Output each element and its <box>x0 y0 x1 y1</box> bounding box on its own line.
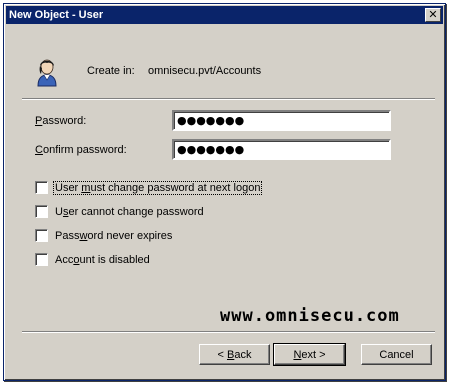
password-label: Password: <box>35 115 87 127</box>
create-in-label: Create in: <box>87 65 135 77</box>
close-button[interactable]: ✕ <box>425 8 441 22</box>
title-bar[interactable]: New Object - User ✕ <box>6 6 443 24</box>
password-never-expires-label[interactable]: Password never expires <box>54 230 173 242</box>
account-disabled-option[interactable]: Account is disabled <box>35 253 151 266</box>
must-change-password-label[interactable]: User must change password at next logon <box>52 180 263 195</box>
password-field[interactable]: ●●●●●●● <box>172 110 391 131</box>
cancel-button[interactable]: Cancel <box>361 344 432 365</box>
header-separator <box>22 98 435 100</box>
user-icon <box>37 59 57 87</box>
watermark: www.omnisecu.com <box>220 306 400 326</box>
back-button[interactable]: < Back <box>199 344 270 365</box>
cannot-change-password-checkbox[interactable] <box>35 205 48 218</box>
cannot-change-password-option[interactable]: User cannot change password <box>35 205 205 218</box>
create-in-path: omnisecu.pvt/Accounts <box>148 65 262 77</box>
cancel-button-label: Cancel <box>379 348 414 361</box>
next-button-label: Next > <box>293 348 326 361</box>
confirm-password-field[interactable]: ●●●●●●● <box>172 139 391 160</box>
password-never-expires-option[interactable]: Password never expires <box>35 229 173 242</box>
footer-separator <box>22 331 435 333</box>
new-user-dialog: New Object - User ✕ Create in: omnisecu.… <box>3 3 446 381</box>
confirm-password-label: Confirm password: <box>35 144 127 156</box>
must-change-password-option[interactable]: User must change password at next logon <box>35 180 263 195</box>
next-button[interactable]: Next > <box>273 343 346 366</box>
account-disabled-checkbox[interactable] <box>35 253 48 266</box>
must-change-password-checkbox[interactable] <box>35 181 48 194</box>
dialog-title: New Object - User <box>9 9 104 21</box>
account-disabled-label[interactable]: Account is disabled <box>54 254 151 266</box>
cannot-change-password-label[interactable]: User cannot change password <box>54 206 205 218</box>
password-never-expires-checkbox[interactable] <box>35 229 48 242</box>
back-button-label: < Back <box>217 348 252 361</box>
